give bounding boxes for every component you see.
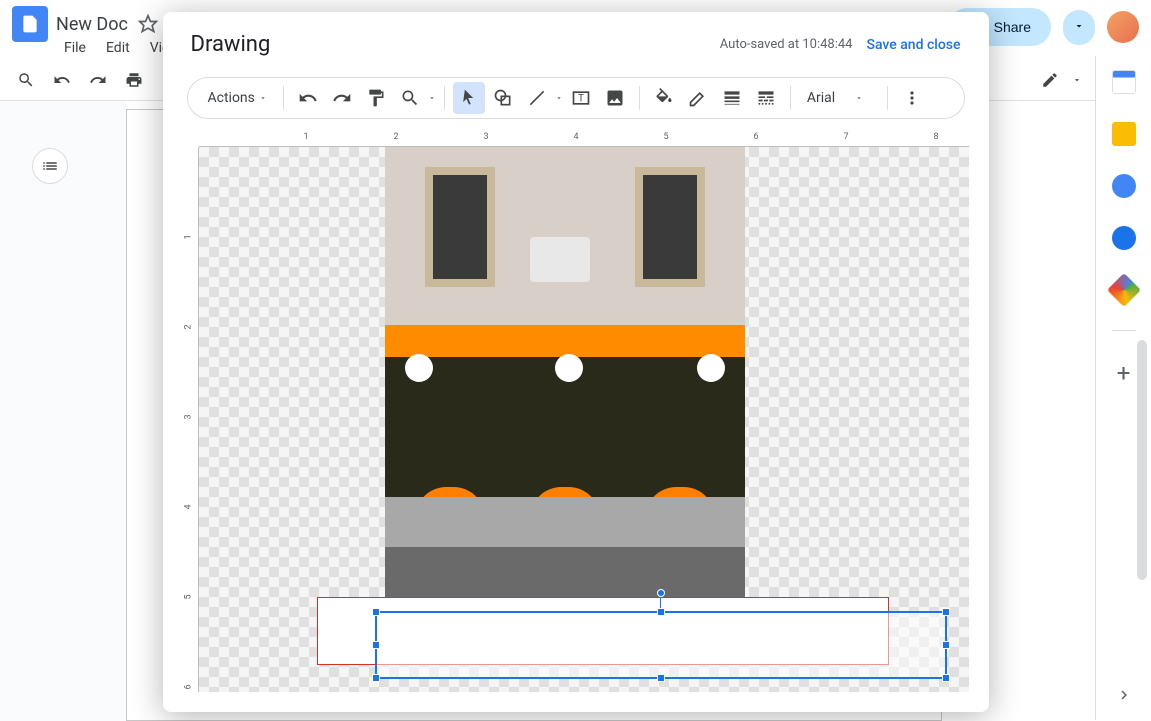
- divider: [639, 86, 640, 110]
- image-tool[interactable]: [599, 82, 631, 114]
- caret-down-icon[interactable]: [555, 94, 563, 102]
- horizontal-ruler[interactable]: 1 2 3 4 5 6 7 8: [199, 131, 969, 147]
- more-button[interactable]: [896, 82, 928, 114]
- image-icon: [605, 88, 625, 108]
- image-content: [530, 237, 590, 282]
- border-color-button[interactable]: [682, 82, 714, 114]
- line-dash-icon: [756, 88, 776, 108]
- textbox-selected[interactable]: [375, 611, 947, 679]
- line-tool[interactable]: [521, 82, 553, 114]
- line-weight-icon: [722, 88, 742, 108]
- paint-roller-icon: [366, 88, 386, 108]
- ruler-tick: 3: [484, 132, 489, 142]
- divider: [283, 86, 284, 110]
- resize-handle-sw[interactable]: [372, 674, 380, 682]
- ruler-tick: 2: [394, 132, 399, 142]
- svg-text:T: T: [578, 93, 584, 104]
- caret-down-icon[interactable]: [428, 94, 436, 102]
- undo-button[interactable]: [292, 82, 324, 114]
- vertical-ruler[interactable]: 1 2 3 4 5 6: [183, 147, 199, 692]
- zoom-button[interactable]: [394, 82, 426, 114]
- resize-handle-nw[interactable]: [372, 608, 380, 616]
- save-and-close-button[interactable]: Save and close: [867, 37, 961, 53]
- shapes-icon: [493, 88, 513, 108]
- image-content: [635, 167, 705, 287]
- border-dash-button[interactable]: [750, 82, 782, 114]
- textbox-tool[interactable]: T: [565, 82, 597, 114]
- dialog-title: Drawing: [191, 32, 271, 57]
- autosave-status: Auto-saved at 10:48:44: [720, 37, 853, 52]
- image-content: [385, 357, 745, 497]
- ruler-tick: 1: [183, 234, 193, 239]
- ruler-tick: 3: [183, 414, 193, 419]
- textbox-icon: T: [571, 88, 591, 108]
- redo-button[interactable]: [326, 82, 358, 114]
- ruler-tick: 7: [844, 132, 849, 142]
- resize-handle-w[interactable]: [372, 641, 380, 649]
- undo-icon: [298, 88, 318, 108]
- image-content: [385, 497, 745, 547]
- ruler-tick: 6: [183, 684, 193, 689]
- divider: [790, 86, 791, 110]
- ruler-tick: 8: [934, 132, 939, 142]
- ruler-tick: 1: [304, 132, 309, 142]
- inserted-image[interactable]: [385, 147, 745, 597]
- image-content: [425, 167, 495, 287]
- actions-menu[interactable]: Actions: [200, 86, 275, 110]
- resize-handle-ne[interactable]: [942, 608, 950, 616]
- rotate-handle[interactable]: [657, 589, 665, 597]
- more-vert-icon: [902, 88, 922, 108]
- zoom-icon: [400, 88, 420, 108]
- resize-handle-se[interactable]: [942, 674, 950, 682]
- ruler-tick: 2: [183, 324, 193, 329]
- divider: [887, 86, 888, 110]
- divider: [444, 86, 445, 110]
- shape-tool[interactable]: [487, 82, 519, 114]
- redo-icon: [332, 88, 352, 108]
- font-selector[interactable]: Arial: [799, 86, 879, 110]
- ruler-tick: 5: [183, 594, 193, 599]
- image-content: [385, 547, 745, 597]
- pencil-icon: [688, 88, 708, 108]
- fill-color-button[interactable]: [648, 82, 680, 114]
- fill-icon: [654, 88, 674, 108]
- ruler-tick: 4: [183, 504, 193, 509]
- border-weight-button[interactable]: [716, 82, 748, 114]
- caret-down-icon: [855, 94, 863, 102]
- resize-handle-n[interactable]: [657, 608, 665, 616]
- line-icon: [527, 88, 547, 108]
- resize-handle-e[interactable]: [942, 641, 950, 649]
- ruler-tick: 6: [754, 132, 759, 142]
- caret-down-icon: [259, 94, 267, 102]
- paint-format-button[interactable]: [360, 82, 392, 114]
- ruler-tick: 4: [574, 132, 579, 142]
- drawing-dialog: Drawing Auto-saved at 10:48:44 Save and …: [163, 12, 989, 712]
- ruler-tick: 5: [664, 132, 669, 142]
- select-tool[interactable]: [453, 82, 485, 114]
- drawing-canvas[interactable]: [199, 147, 969, 692]
- resize-handle-s[interactable]: [657, 674, 665, 682]
- cursor-icon: [459, 88, 479, 108]
